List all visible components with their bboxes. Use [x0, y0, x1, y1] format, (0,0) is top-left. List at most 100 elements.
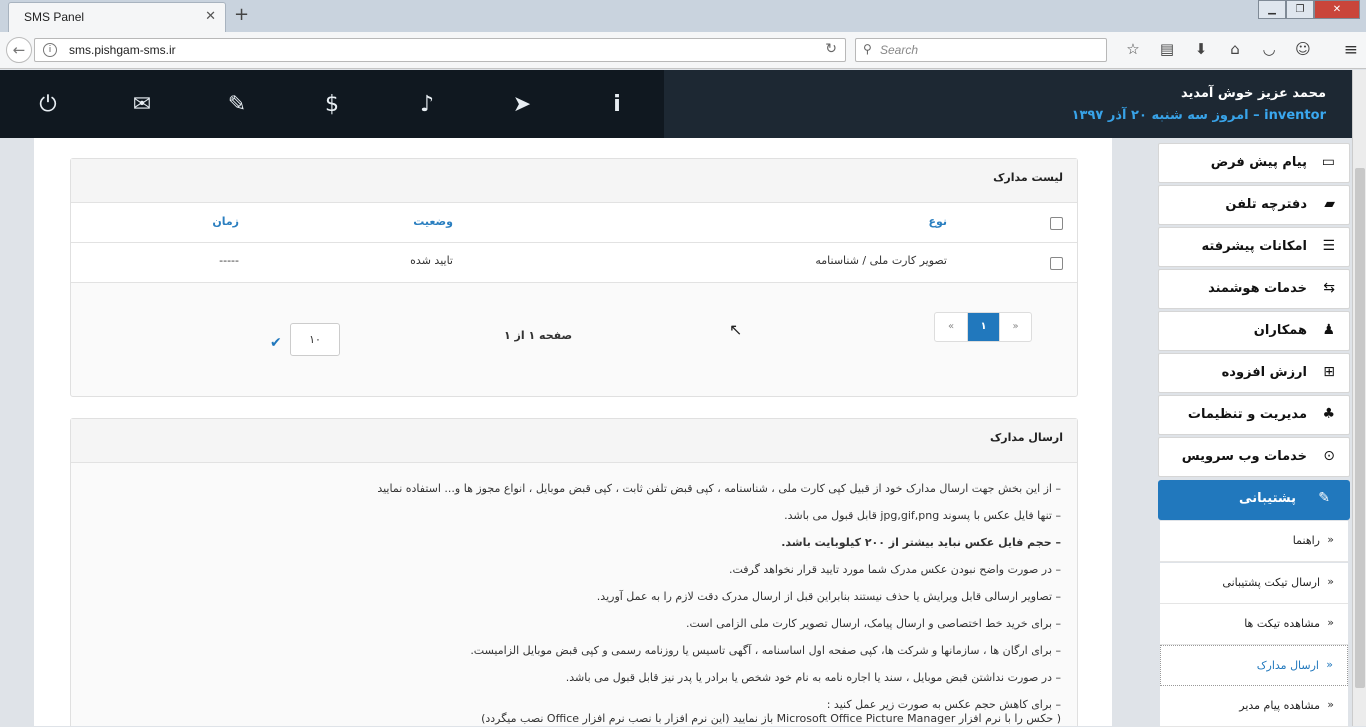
list-item: – برای خرید خط اختصاصی و ارسال پیامک، ار…: [686, 617, 1061, 630]
bell-icon[interactable]: ♪: [412, 92, 442, 118]
tab-strip: SMS Panel ✕ + ▁ ❐ ✕: [0, 0, 1366, 32]
minimize-button[interactable]: ▁: [1258, 0, 1286, 19]
users-icon: ♣: [1322, 406, 1335, 422]
pager-prev[interactable]: «: [935, 313, 967, 341]
submenu-item-view-tickets[interactable]: » مشاهده تیکت ها: [1160, 604, 1348, 645]
send-icon[interactable]: ➤: [507, 92, 537, 118]
sidebar-item-support[interactable]: ✎ پشتیبانی: [1158, 480, 1350, 520]
tab-title: SMS Panel: [24, 10, 85, 24]
list-item: ( حکس را با نرم افزار Microsoft Office P…: [481, 712, 1061, 725]
sidebar-item-webservice[interactable]: ⊙ خدمات وب سرویس: [1158, 437, 1350, 477]
pocket-icon[interactable]: ◡: [1252, 40, 1286, 60]
reload-icon[interactable]: ↻: [825, 41, 837, 57]
chevron-right-icon: »: [1327, 698, 1334, 711]
row-time: -----: [219, 254, 239, 267]
list-item: – حجم فایل عکس نباید بیشتر از ۲۰۰ کیلوبا…: [781, 536, 1061, 549]
search-input[interactable]: ⚲ Search: [855, 38, 1107, 62]
list-item: – در صورت واضح نبودن عکس مدرک شما مورد ت…: [728, 563, 1061, 576]
sidebar-item-label: خدمات هوشمند: [1208, 281, 1307, 296]
chevron-right-icon: »: [1327, 616, 1334, 629]
sidebar-item-label: مدیریت و تنظیمات: [1187, 407, 1307, 422]
list-item: – تصاویر ارسالی قابل ویرایش یا حذف نیستن…: [596, 590, 1061, 603]
back-button[interactable]: ←: [6, 37, 32, 63]
check-icon[interactable]: ✔: [270, 335, 282, 351]
book-icon: ▰: [1324, 196, 1335, 212]
ticket-icon[interactable]: ✎: [222, 92, 252, 118]
submenu-item-label: مشاهده تیکت ها: [1244, 617, 1320, 630]
send-documents-panel: ارسال مدارک – از این بخش جهت ارسال مدارک…: [70, 418, 1078, 726]
pager-next[interactable]: »: [999, 313, 1031, 341]
row-checkbox[interactable]: [1050, 257, 1063, 270]
row-status: تایید شده: [410, 254, 453, 267]
new-tab-button[interactable]: +: [234, 4, 249, 25]
sidebar-item-value-added[interactable]: ⊞ ارزش افزوده: [1158, 353, 1350, 393]
pager-page-1[interactable]: ۱: [967, 313, 999, 341]
table-header: نوع وضعیت زمان: [71, 203, 1077, 243]
list-item: – برای ارگان ها ، سازمانها و شرکت ها، کپ…: [470, 644, 1061, 657]
chevron-right-icon: »: [1327, 575, 1334, 588]
page-scrollbar[interactable]: [1352, 70, 1366, 726]
sidebar-item-label: خدمات وب سرویس: [1181, 449, 1307, 464]
maximize-button[interactable]: ❐: [1286, 0, 1314, 19]
list-item: – تنها فایل عکس با پسوند jpg,gif,png قاب…: [784, 509, 1061, 522]
plus-square-icon: ⊞: [1323, 364, 1335, 380]
chevron-right-icon: »: [1327, 533, 1334, 546]
browser-tab[interactable]: SMS Panel ✕: [8, 2, 226, 32]
submenu-item-send-ticket[interactable]: » ارسال تیکت پشتیبانی: [1160, 563, 1348, 604]
pagination: « ۱ »: [934, 312, 1032, 342]
submenu-item-admin-messages[interactable]: » مشاهده پیام مدیر: [1160, 686, 1348, 727]
home-icon[interactable]: ⌂: [1218, 40, 1252, 60]
submenu-item-label: راهنما: [1292, 534, 1320, 547]
submenu-item-label: ارسال تیکت پشتیبانی: [1222, 576, 1320, 589]
info-icon[interactable]: i: [43, 43, 57, 57]
submenu-item-guide[interactable]: » راهنما: [1160, 521, 1348, 562]
power-icon[interactable]: ⏻: [33, 92, 63, 118]
sidebar-item-label: امکانات پیشرفته: [1201, 239, 1307, 254]
download-icon[interactable]: ⬇: [1184, 40, 1218, 60]
app-header: ⏻ ✉ ✎ $ ♪ ➤ i محمد عزیز خوش آمدید invent…: [0, 70, 1352, 138]
panel-title: ارسال مدارک: [990, 431, 1063, 444]
ticket-icon: ✎: [1318, 490, 1330, 506]
instructions-list: – از این بخش جهت ارسال مدارک خود از قبیل…: [101, 481, 1061, 725]
sidebar-item-default-message[interactable]: ▭ پیام پیش فرض: [1158, 143, 1350, 183]
list-item: – در صورت نداشتن قبض موبایل ، سند یا اجا…: [565, 671, 1061, 684]
window-controls: ▁ ❐ ✕: [1258, 0, 1360, 20]
list-item: – برای کاهش حجم عکس به صورت زیر عمل کنید…: [826, 698, 1061, 711]
retweet-icon: ⇆: [1323, 280, 1335, 296]
chevron-right-icon: »: [1326, 658, 1333, 671]
search-placeholder: Search: [880, 43, 919, 57]
sidebar-item-label: ارزش افزوده: [1221, 365, 1307, 380]
submenu-item-label: مشاهده پیام مدیر: [1239, 699, 1320, 712]
sidebar: ▭ پیام پیش فرض ▰ دفترچه تلفن ☰ امکانات پ…: [1158, 70, 1350, 727]
column-status[interactable]: وضعیت: [413, 215, 453, 228]
sidebar-item-management[interactable]: ♣ مدیریت و تنظیمات: [1158, 395, 1350, 435]
sidebar-item-partners[interactable]: ♟ همکاران: [1158, 311, 1350, 351]
select-all-checkbox[interactable]: [1050, 217, 1063, 230]
toolbar-icons: ☆ ▤ ⬇ ⌂ ◡ ☺: [1116, 40, 1320, 60]
sidebar-item-label: پیام پیش فرض: [1210, 155, 1307, 170]
row-type: تصویر کارت ملی / شناسنامه: [815, 254, 947, 267]
user-tie-icon: ♟: [1322, 322, 1335, 338]
bookmark-star-icon[interactable]: ☆: [1116, 40, 1150, 60]
submenu-item-send-documents[interactable]: » ارسال مدارک: [1160, 645, 1348, 686]
sidebar-item-phonebook[interactable]: ▰ دفترچه تلفن: [1158, 185, 1350, 225]
panel-header: ارسال مدارک: [71, 419, 1077, 463]
panel-header: لیست مدارک: [71, 159, 1077, 203]
hamburger-menu-icon[interactable]: ≡: [1344, 40, 1358, 60]
account-icon[interactable]: ☺: [1286, 40, 1320, 60]
mouse-cursor-icon: ↖: [729, 320, 743, 339]
sidebar-item-smart-services[interactable]: ⇆ خدمات هوشمند: [1158, 269, 1350, 309]
dollar-icon[interactable]: $: [317, 92, 347, 118]
info-icon[interactable]: i: [602, 92, 632, 118]
scrollbar-thumb[interactable]: [1355, 168, 1365, 688]
column-type[interactable]: نوع: [928, 215, 947, 228]
url-bar[interactable]: i sms.pishgam-sms.ir ↻: [34, 38, 846, 62]
check-circle-icon: ⊙: [1323, 448, 1335, 464]
reading-list-icon[interactable]: ▤: [1150, 40, 1184, 60]
per-page-input[interactable]: ۱۰: [290, 323, 340, 356]
envelope-icon[interactable]: ✉: [127, 92, 157, 118]
close-tab-icon[interactable]: ✕: [205, 9, 216, 24]
column-time[interactable]: زمان: [212, 215, 239, 228]
close-window-button[interactable]: ✕: [1314, 0, 1360, 19]
sidebar-item-advanced[interactable]: ☰ امکانات پیشرفته: [1158, 227, 1350, 267]
